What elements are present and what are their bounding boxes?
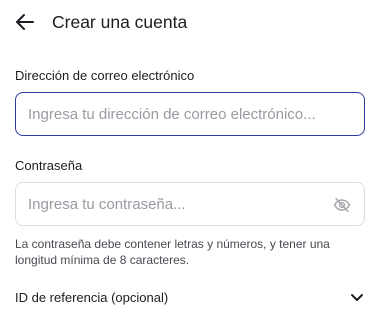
back-button[interactable] <box>10 9 40 35</box>
eye-off-icon <box>333 197 351 213</box>
email-label: Dirección de correo electrónico <box>15 68 195 83</box>
header: Crear una cuenta <box>0 0 380 44</box>
email-field-container <box>15 92 365 136</box>
referral-id-label: ID de referencia (opcional) <box>15 289 169 305</box>
referral-id-toggle[interactable]: ID de referencia (opcional) <box>15 283 365 311</box>
email-input[interactable] <box>16 93 364 135</box>
password-label: Contraseña <box>15 158 83 173</box>
chevron-down-icon <box>349 289 365 305</box>
page-title: Crear una cuenta <box>52 12 188 32</box>
create-account-screen: Crear una cuenta Dirección de correo ele… <box>0 0 380 324</box>
arrow-left-icon <box>16 14 34 30</box>
password-field-container <box>15 182 365 226</box>
password-input[interactable] <box>16 183 364 225</box>
password-helper-text: La contraseña debe contener letras y núm… <box>15 237 330 267</box>
toggle-password-visibility-button[interactable] <box>332 195 352 215</box>
